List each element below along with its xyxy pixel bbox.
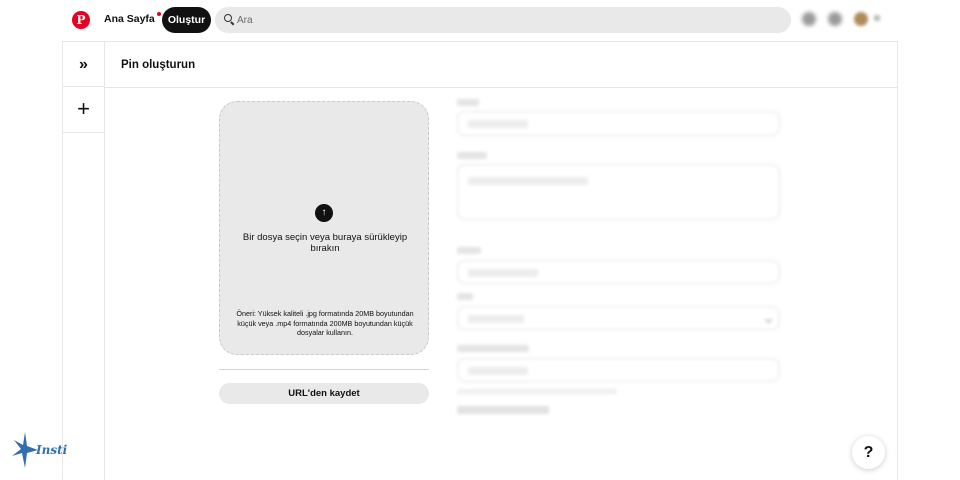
sidebar: » + xyxy=(62,42,105,480)
messages-icon[interactable] xyxy=(828,12,842,26)
upload-arrow-icon: ↑ xyxy=(315,204,333,222)
upload-title: Bir dosya seçin veya buraya sürükleyip b… xyxy=(242,232,408,254)
nav-create-button[interactable]: Oluştur xyxy=(162,7,211,33)
search-icon xyxy=(224,14,232,22)
board-select[interactable] xyxy=(457,306,780,330)
pinterest-logo-icon[interactable]: P xyxy=(72,11,90,29)
nav-home-link[interactable]: Ana Sayfa xyxy=(104,12,161,25)
tags-field[interactable] xyxy=(457,358,780,382)
top-bar: P Ana Sayfa Oluştur xyxy=(62,0,898,42)
divider xyxy=(219,369,429,370)
watermark-logo: Insti xyxy=(10,430,68,470)
link-field[interactable] xyxy=(457,260,780,284)
board-label xyxy=(457,293,473,300)
help-icon[interactable]: ? xyxy=(852,436,885,469)
notifications-icon[interactable] xyxy=(802,12,816,26)
chevron-down-icon[interactable] xyxy=(874,15,880,21)
upload-hint: Öneri: Yüksek kaliteli .jpg formatında 2… xyxy=(236,309,414,337)
tags-label xyxy=(457,345,529,352)
page-title: Pin oluşturun xyxy=(121,59,196,71)
link-label xyxy=(457,247,481,254)
search-input[interactable] xyxy=(237,7,777,33)
more-options-link[interactable] xyxy=(457,406,549,414)
save-from-url-button[interactable]: URL'den kaydet xyxy=(219,383,429,404)
description-label xyxy=(457,152,487,159)
description-field[interactable] xyxy=(457,164,780,220)
avatar[interactable] xyxy=(854,12,868,26)
page-header: Pin oluşturun xyxy=(105,42,898,88)
title-field[interactable] xyxy=(457,111,780,136)
upload-dropzone[interactable]: ↑ Bir dosya seçin veya buraya sürükleyip… xyxy=(219,101,429,355)
chevron-down-icon xyxy=(764,315,773,324)
notification-dot xyxy=(156,12,161,16)
nav-home-label: Ana Sayfa xyxy=(104,13,155,25)
plus-icon[interactable]: + xyxy=(62,87,105,133)
tags-note xyxy=(457,389,617,394)
watermark-text: Insti xyxy=(36,443,68,457)
title-label xyxy=(457,99,479,106)
search-bar[interactable] xyxy=(215,7,791,33)
expand-icon[interactable]: » xyxy=(62,42,105,87)
